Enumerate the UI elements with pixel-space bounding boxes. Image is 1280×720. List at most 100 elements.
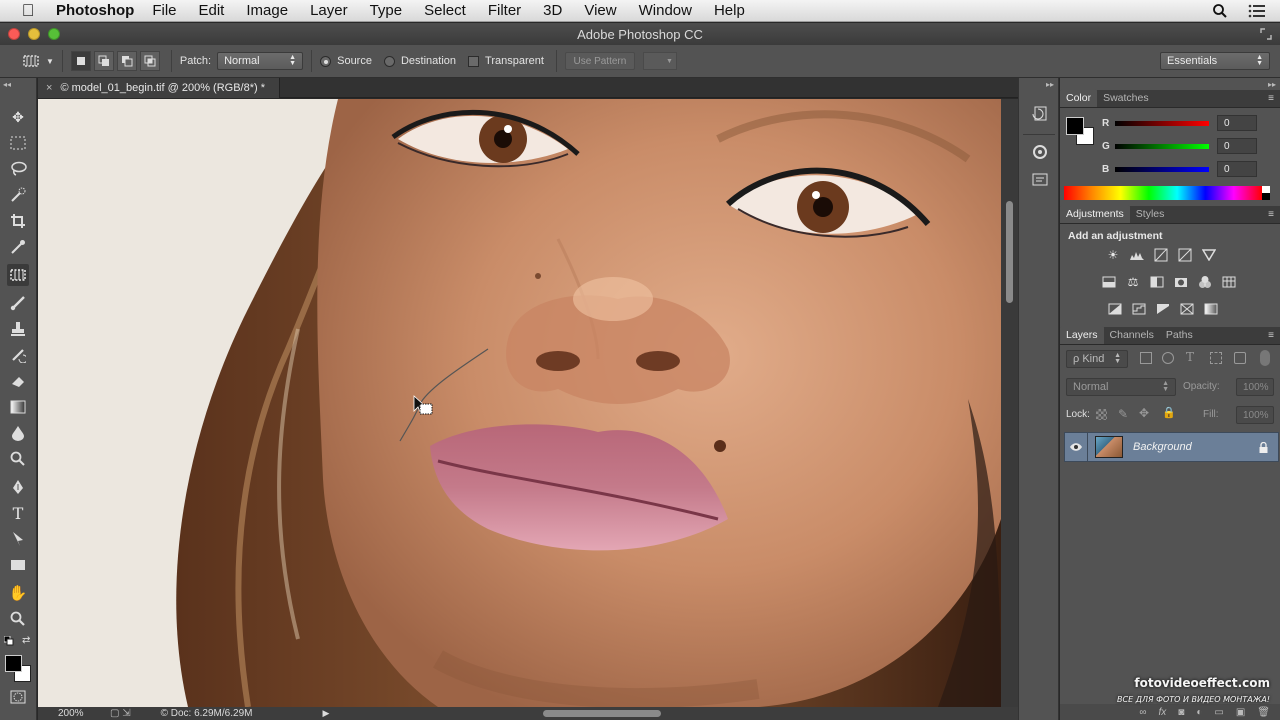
move-tool-icon[interactable]: ✥ bbox=[7, 106, 29, 128]
fullscreen-icon[interactable] bbox=[1260, 28, 1272, 40]
status-menu-arrow-icon[interactable]: ▶ bbox=[322, 708, 329, 719]
tab-layers[interactable]: Layers bbox=[1060, 326, 1104, 344]
color-foreground-swatch[interactable] bbox=[1066, 117, 1084, 135]
use-pattern-button[interactable]: Use Pattern bbox=[564, 52, 635, 70]
tool-preset-picker[interactable]: ▼ bbox=[22, 53, 54, 69]
zoom-level[interactable]: 200% bbox=[58, 708, 110, 719]
collapse-dock-icon[interactable]: ▸▸ bbox=[1046, 80, 1054, 89]
filter-pixel-icon[interactable] bbox=[1140, 352, 1152, 364]
invert-icon[interactable] bbox=[1106, 300, 1124, 318]
color-balance-icon[interactable]: ⚖ bbox=[1124, 273, 1142, 291]
history-panel-icon[interactable] bbox=[1030, 104, 1050, 124]
ramp-black-swatch[interactable] bbox=[1262, 193, 1270, 200]
clone-stamp-tool-icon[interactable] bbox=[7, 318, 29, 340]
fill-input[interactable]: 100% bbox=[1236, 406, 1274, 424]
green-slider[interactable] bbox=[1115, 143, 1209, 149]
visibility-eye-icon[interactable] bbox=[1065, 442, 1087, 452]
tab-swatches[interactable]: Swatches bbox=[1097, 89, 1155, 107]
new-group-icon[interactable]: ▭ bbox=[1214, 707, 1223, 718]
foreground-color-swatch[interactable] bbox=[5, 655, 22, 672]
apple-menu-icon[interactable]:  bbox=[0, 1, 56, 21]
layer-row-background[interactable]: Background bbox=[1064, 432, 1279, 462]
threshold-icon[interactable] bbox=[1154, 300, 1172, 318]
zoom-tool-icon[interactable] bbox=[7, 608, 29, 630]
menu-filter[interactable]: Filter bbox=[488, 2, 521, 19]
source-radio-dot[interactable] bbox=[320, 55, 332, 67]
tab-styles[interactable]: Styles bbox=[1130, 205, 1171, 223]
new-selection-button[interactable] bbox=[70, 51, 91, 71]
hand-tool-icon[interactable]: ✋ bbox=[7, 582, 29, 604]
new-adjustment-layer-icon[interactable]: ◐ bbox=[1196, 707, 1202, 718]
hue-saturation-icon[interactable] bbox=[1100, 273, 1118, 291]
horizontal-scroll-thumb[interactable] bbox=[543, 710, 661, 717]
menu-image[interactable]: Image bbox=[246, 2, 288, 19]
rectangle-tool-icon[interactable] bbox=[7, 554, 29, 576]
tab-adjustments[interactable]: Adjustments bbox=[1060, 205, 1130, 223]
source-radio[interactable]: Source bbox=[320, 55, 372, 67]
brush-tool-icon[interactable] bbox=[7, 292, 29, 314]
lasso-tool-icon[interactable] bbox=[7, 158, 29, 180]
black-white-icon[interactable] bbox=[1148, 273, 1166, 291]
lock-all-icon[interactable]: 🔒 bbox=[1162, 406, 1176, 419]
destination-radio-dot[interactable] bbox=[383, 55, 395, 67]
transparent-checkbox-box[interactable] bbox=[468, 55, 480, 67]
lock-image-icon[interactable]: ✎ bbox=[1118, 407, 1128, 421]
patch-mode-dropdown[interactable]: Normal ▲ ▼ bbox=[217, 52, 304, 70]
blend-mode-dropdown[interactable]: Normal ▲ ▼ bbox=[1066, 378, 1176, 396]
red-value-input[interactable]: 0 bbox=[1217, 115, 1257, 131]
menu-select[interactable]: Select bbox=[424, 2, 466, 19]
filter-shape-icon[interactable] bbox=[1210, 352, 1222, 364]
close-window-button[interactable] bbox=[8, 28, 20, 40]
vibrance-icon[interactable] bbox=[1200, 246, 1218, 264]
gradient-map-icon[interactable] bbox=[1202, 300, 1220, 318]
layer-thumbnail[interactable] bbox=[1095, 436, 1123, 458]
zoom-window-button[interactable] bbox=[48, 28, 60, 40]
menu-app-name[interactable]: Photoshop bbox=[56, 2, 134, 19]
notification-center-icon[interactable] bbox=[1248, 4, 1266, 18]
transparent-checkbox[interactable]: Transparent bbox=[468, 55, 544, 67]
color-spectrum-ramp[interactable] bbox=[1064, 186, 1262, 200]
path-selection-tool-icon[interactable] bbox=[7, 528, 29, 550]
dodge-tool-icon[interactable] bbox=[7, 448, 29, 470]
intersect-selection-button[interactable] bbox=[139, 51, 160, 71]
destination-radio[interactable]: Destination bbox=[383, 55, 456, 67]
type-tool-icon[interactable]: T bbox=[7, 502, 29, 524]
filter-type-icon[interactable]: T bbox=[1186, 350, 1194, 364]
workspace-dropdown[interactable]: Essentials ▲ ▼ bbox=[1160, 52, 1270, 70]
delete-layer-icon[interactable]: 🗑 bbox=[1257, 707, 1270, 718]
add-mask-icon[interactable]: ◙ bbox=[1178, 707, 1184, 718]
collapse-tools-icon[interactable]: ◂◂ bbox=[3, 80, 11, 89]
menu-window[interactable]: Window bbox=[639, 2, 692, 19]
eraser-tool-icon[interactable] bbox=[7, 370, 29, 392]
menu-file[interactable]: File bbox=[152, 2, 176, 19]
minimize-window-button[interactable] bbox=[28, 28, 40, 40]
quick-mask-icon[interactable] bbox=[10, 690, 26, 704]
close-document-icon[interactable]: × bbox=[46, 82, 52, 94]
tab-paths[interactable]: Paths bbox=[1160, 326, 1199, 344]
exposure-icon[interactable] bbox=[1176, 246, 1194, 264]
menu-view[interactable]: View bbox=[584, 2, 616, 19]
lock-position-icon[interactable]: ✥ bbox=[1139, 406, 1149, 420]
collapse-panels-icon[interactable]: ▸▸ bbox=[1268, 80, 1276, 89]
opacity-input[interactable]: 100% bbox=[1236, 378, 1274, 396]
levels-icon[interactable] bbox=[1128, 246, 1146, 264]
blur-tool-icon[interactable] bbox=[7, 422, 29, 444]
pattern-picker[interactable]: ▼ bbox=[642, 52, 677, 70]
lock-transparent-icon[interactable] bbox=[1096, 409, 1107, 420]
menu-help[interactable]: Help bbox=[714, 2, 745, 19]
color-lookup-icon[interactable] bbox=[1220, 273, 1238, 291]
subtract-from-selection-button[interactable] bbox=[116, 51, 137, 71]
new-layer-icon[interactable]: ▣ bbox=[1236, 707, 1245, 718]
blue-value-input[interactable]: 0 bbox=[1217, 161, 1257, 177]
quick-selection-tool-icon[interactable] bbox=[7, 184, 29, 206]
blue-slider[interactable] bbox=[1115, 166, 1209, 172]
channel-mixer-icon[interactable] bbox=[1196, 273, 1214, 291]
patch-tool-icon[interactable] bbox=[7, 264, 29, 286]
eyedropper-tool-icon[interactable] bbox=[7, 236, 29, 258]
photo-filter-icon[interactable] bbox=[1172, 273, 1190, 291]
brightness-contrast-icon[interactable]: ☀ bbox=[1104, 246, 1122, 264]
red-slider[interactable] bbox=[1115, 120, 1209, 126]
info-panel-icon[interactable] bbox=[1030, 170, 1050, 190]
menu-edit[interactable]: Edit bbox=[199, 2, 225, 19]
properties-panel-icon[interactable] bbox=[1030, 142, 1050, 162]
